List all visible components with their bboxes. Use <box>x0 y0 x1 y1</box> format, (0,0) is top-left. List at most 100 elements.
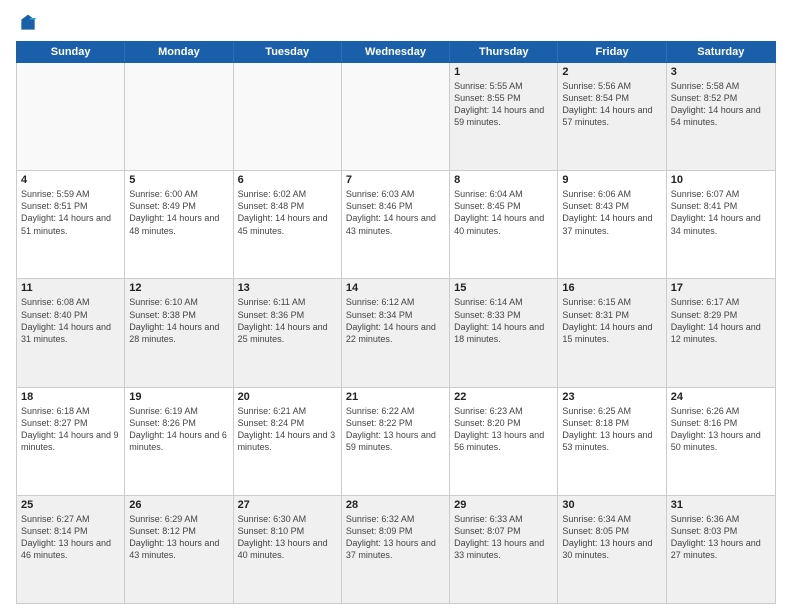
day-info: Sunrise: 6:11 AM Sunset: 8:36 PM Dayligh… <box>238 296 337 345</box>
day-info: Sunrise: 6:15 AM Sunset: 8:31 PM Dayligh… <box>562 296 661 345</box>
day-number: 14 <box>346 282 445 294</box>
calendar-cell-31: 31 Sunrise: 6:36 AM Sunset: 8:03 PM Dayl… <box>667 496 775 603</box>
day-info: Sunrise: 5:58 AM Sunset: 8:52 PM Dayligh… <box>671 80 771 129</box>
day-number: 31 <box>671 499 771 511</box>
day-number: 5 <box>129 174 228 186</box>
header-sunday: Sunday <box>17 42 125 62</box>
calendar-week-1: 1 Sunrise: 5:55 AM Sunset: 8:55 PM Dayli… <box>17 63 775 171</box>
header-friday: Friday <box>558 42 666 62</box>
day-number: 13 <box>238 282 337 294</box>
day-info: Sunrise: 5:59 AM Sunset: 8:51 PM Dayligh… <box>21 188 120 237</box>
day-info: Sunrise: 6:10 AM Sunset: 8:38 PM Dayligh… <box>129 296 228 345</box>
day-info: Sunrise: 6:25 AM Sunset: 8:18 PM Dayligh… <box>562 405 661 454</box>
calendar-cell-19: 19 Sunrise: 6:19 AM Sunset: 8:26 PM Dayl… <box>125 388 233 495</box>
page: Sunday Monday Tuesday Wednesday Thursday… <box>0 0 792 612</box>
day-number: 28 <box>346 499 445 511</box>
day-info: Sunrise: 6:14 AM Sunset: 8:33 PM Dayligh… <box>454 296 553 345</box>
calendar-cell-12: 12 Sunrise: 6:10 AM Sunset: 8:38 PM Dayl… <box>125 279 233 386</box>
day-info: Sunrise: 6:32 AM Sunset: 8:09 PM Dayligh… <box>346 513 445 562</box>
day-number: 8 <box>454 174 553 186</box>
calendar-header: Sunday Monday Tuesday Wednesday Thursday… <box>16 41 776 63</box>
day-number: 3 <box>671 66 771 78</box>
day-info: Sunrise: 6:33 AM Sunset: 8:07 PM Dayligh… <box>454 513 553 562</box>
day-number: 12 <box>129 282 228 294</box>
calendar-week-3: 11 Sunrise: 6:08 AM Sunset: 8:40 PM Dayl… <box>17 279 775 387</box>
calendar-body: 1 Sunrise: 5:55 AM Sunset: 8:55 PM Dayli… <box>16 63 776 604</box>
day-info: Sunrise: 6:23 AM Sunset: 8:20 PM Dayligh… <box>454 405 553 454</box>
day-info: Sunrise: 6:30 AM Sunset: 8:10 PM Dayligh… <box>238 513 337 562</box>
header-monday: Monday <box>125 42 233 62</box>
calendar-cell-29: 29 Sunrise: 6:33 AM Sunset: 8:07 PM Dayl… <box>450 496 558 603</box>
calendar-cell-4: 4 Sunrise: 5:59 AM Sunset: 8:51 PM Dayli… <box>17 171 125 278</box>
calendar-cell-16: 16 Sunrise: 6:15 AM Sunset: 8:31 PM Dayl… <box>558 279 666 386</box>
day-number: 25 <box>21 499 120 511</box>
calendar-cell-empty-2 <box>234 63 342 170</box>
calendar-cell-25: 25 Sunrise: 6:27 AM Sunset: 8:14 PM Dayl… <box>17 496 125 603</box>
calendar-cell-1: 1 Sunrise: 5:55 AM Sunset: 8:55 PM Dayli… <box>450 63 558 170</box>
day-info: Sunrise: 6:26 AM Sunset: 8:16 PM Dayligh… <box>671 405 771 454</box>
day-info: Sunrise: 6:19 AM Sunset: 8:26 PM Dayligh… <box>129 405 228 454</box>
day-number: 16 <box>562 282 661 294</box>
calendar-cell-11: 11 Sunrise: 6:08 AM Sunset: 8:40 PM Dayl… <box>17 279 125 386</box>
day-number: 18 <box>21 391 120 403</box>
calendar-cell-14: 14 Sunrise: 6:12 AM Sunset: 8:34 PM Dayl… <box>342 279 450 386</box>
day-info: Sunrise: 6:27 AM Sunset: 8:14 PM Dayligh… <box>21 513 120 562</box>
day-info: Sunrise: 6:04 AM Sunset: 8:45 PM Dayligh… <box>454 188 553 237</box>
calendar-cell-30: 30 Sunrise: 6:34 AM Sunset: 8:05 PM Dayl… <box>558 496 666 603</box>
day-info: Sunrise: 6:22 AM Sunset: 8:22 PM Dayligh… <box>346 405 445 454</box>
day-number: 29 <box>454 499 553 511</box>
day-info: Sunrise: 6:17 AM Sunset: 8:29 PM Dayligh… <box>671 296 771 345</box>
day-info: Sunrise: 6:18 AM Sunset: 8:27 PM Dayligh… <box>21 405 120 454</box>
calendar-cell-20: 20 Sunrise: 6:21 AM Sunset: 8:24 PM Dayl… <box>234 388 342 495</box>
day-number: 30 <box>562 499 661 511</box>
day-info: Sunrise: 6:02 AM Sunset: 8:48 PM Dayligh… <box>238 188 337 237</box>
calendar-cell-2: 2 Sunrise: 5:56 AM Sunset: 8:54 PM Dayli… <box>558 63 666 170</box>
calendar-cell-17: 17 Sunrise: 6:17 AM Sunset: 8:29 PM Dayl… <box>667 279 775 386</box>
day-number: 6 <box>238 174 337 186</box>
day-number: 19 <box>129 391 228 403</box>
day-number: 15 <box>454 282 553 294</box>
calendar-cell-10: 10 Sunrise: 6:07 AM Sunset: 8:41 PM Dayl… <box>667 171 775 278</box>
calendar-cell-18: 18 Sunrise: 6:18 AM Sunset: 8:27 PM Dayl… <box>17 388 125 495</box>
day-number: 26 <box>129 499 228 511</box>
calendar-week-5: 25 Sunrise: 6:27 AM Sunset: 8:14 PM Dayl… <box>17 496 775 603</box>
logo-icon <box>18 13 38 33</box>
calendar-cell-3: 3 Sunrise: 5:58 AM Sunset: 8:52 PM Dayli… <box>667 63 775 170</box>
day-number: 9 <box>562 174 661 186</box>
calendar-week-4: 18 Sunrise: 6:18 AM Sunset: 8:27 PM Dayl… <box>17 388 775 496</box>
header-tuesday: Tuesday <box>234 42 342 62</box>
calendar-cell-8: 8 Sunrise: 6:04 AM Sunset: 8:45 PM Dayli… <box>450 171 558 278</box>
header-saturday: Saturday <box>667 42 775 62</box>
day-number: 2 <box>562 66 661 78</box>
day-number: 11 <box>21 282 120 294</box>
day-number: 10 <box>671 174 771 186</box>
day-number: 27 <box>238 499 337 511</box>
calendar-cell-empty-1 <box>125 63 233 170</box>
day-number: 4 <box>21 174 120 186</box>
day-info: Sunrise: 6:00 AM Sunset: 8:49 PM Dayligh… <box>129 188 228 237</box>
day-info: Sunrise: 6:08 AM Sunset: 8:40 PM Dayligh… <box>21 296 120 345</box>
day-info: Sunrise: 5:55 AM Sunset: 8:55 PM Dayligh… <box>454 80 553 129</box>
calendar-cell-24: 24 Sunrise: 6:26 AM Sunset: 8:16 PM Dayl… <box>667 388 775 495</box>
day-number: 17 <box>671 282 771 294</box>
day-number: 24 <box>671 391 771 403</box>
calendar-cell-23: 23 Sunrise: 6:25 AM Sunset: 8:18 PM Dayl… <box>558 388 666 495</box>
day-info: Sunrise: 6:36 AM Sunset: 8:03 PM Dayligh… <box>671 513 771 562</box>
day-number: 22 <box>454 391 553 403</box>
header-thursday: Thursday <box>450 42 558 62</box>
calendar-cell-13: 13 Sunrise: 6:11 AM Sunset: 8:36 PM Dayl… <box>234 279 342 386</box>
calendar-week-2: 4 Sunrise: 5:59 AM Sunset: 8:51 PM Dayli… <box>17 171 775 279</box>
day-info: Sunrise: 6:06 AM Sunset: 8:43 PM Dayligh… <box>562 188 661 237</box>
calendar-cell-22: 22 Sunrise: 6:23 AM Sunset: 8:20 PM Dayl… <box>450 388 558 495</box>
day-number: 7 <box>346 174 445 186</box>
calendar-cell-28: 28 Sunrise: 6:32 AM Sunset: 8:09 PM Dayl… <box>342 496 450 603</box>
header-wednesday: Wednesday <box>342 42 450 62</box>
day-number: 1 <box>454 66 553 78</box>
day-number: 20 <box>238 391 337 403</box>
calendar-cell-empty-3 <box>342 63 450 170</box>
header <box>16 12 776 33</box>
day-info: Sunrise: 6:29 AM Sunset: 8:12 PM Dayligh… <box>129 513 228 562</box>
day-info: Sunrise: 6:21 AM Sunset: 8:24 PM Dayligh… <box>238 405 337 454</box>
calendar-cell-6: 6 Sunrise: 6:02 AM Sunset: 8:48 PM Dayli… <box>234 171 342 278</box>
day-number: 21 <box>346 391 445 403</box>
